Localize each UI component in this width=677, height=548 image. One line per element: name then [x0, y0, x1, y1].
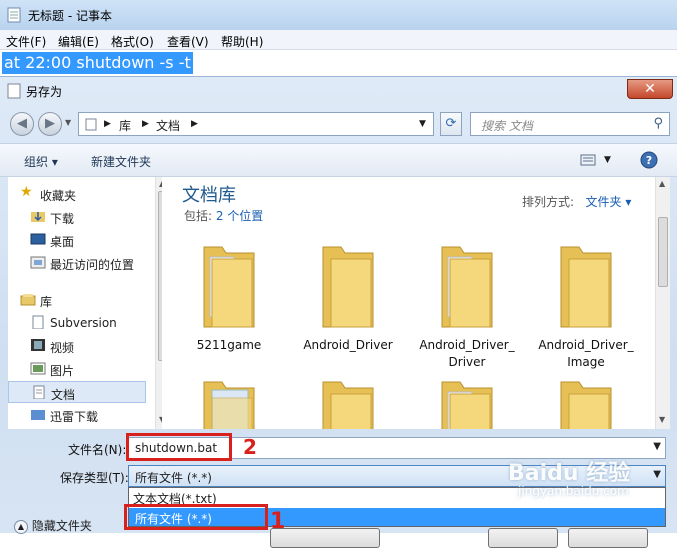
download-folder-icon [31, 410, 45, 420]
sort-dropdown[interactable]: 文件夹 ▾ [586, 195, 632, 209]
organize-button[interactable]: 组织 ▾ [24, 153, 58, 170]
document-icon [32, 315, 44, 329]
search-input[interactable]: 搜索 文档 ⚲ [470, 112, 670, 136]
navigation-bar: ◀ ▶ ▼ ▶ 库 ▶ 文档 ▶ ▼ ⟳ 搜索 文档 ⚲ [0, 105, 677, 145]
encoding-select[interactable] [270, 528, 380, 548]
filetype-dropdown-icon[interactable]: ▼ [653, 469, 661, 480]
desktop-icon [30, 233, 46, 245]
new-folder-button[interactable]: 新建文件夹 [91, 153, 151, 170]
filetype-value: 所有文件 (*.*) [135, 471, 212, 485]
folder-path-icon [85, 118, 97, 131]
highlight-box [126, 433, 232, 461]
nav-favorites[interactable]: ★ 收藏夹 [8, 183, 146, 205]
annotation-2: 2 [243, 435, 257, 459]
folder-icon[interactable] [557, 372, 615, 429]
dialog-title: 另存为 [26, 85, 63, 99]
nav-thunder-downloads[interactable]: 迅雷下载 [8, 404, 146, 422]
filename-dropdown-icon[interactable]: ▼ [653, 441, 661, 452]
breadcrumb-library[interactable]: 库 [119, 117, 131, 134]
document-icon [33, 385, 45, 399]
navigation-pane: ★ 收藏夹 下载 桌面 最近访问的位置 库 Subversion 视频 图片 文… [8, 177, 170, 429]
search-icon[interactable]: ⚲ [653, 116, 663, 131]
cancel-button[interactable] [568, 528, 648, 548]
picture-icon [30, 362, 46, 375]
library-includes: 包括: 2 个位置 [184, 209, 264, 223]
menu-view[interactable]: 查看(V) [167, 33, 209, 50]
notepad-menubar: 文件(F) 编辑(E) 格式(O) 查看(V) 帮助(H) [0, 30, 677, 50]
folder-item[interactable]: Android_Driver_ Image [531, 237, 641, 387]
address-dropdown-icon[interactable]: ▼ [419, 119, 426, 129]
selected-text[interactable]: at 22:00 shutdown -s -t [2, 52, 193, 74]
folder-icon [203, 246, 255, 328]
folder-icon [322, 246, 374, 328]
breadcrumb-separator-icon: ▶ [191, 119, 198, 129]
watermark-logo: Baidu 经验 [508, 461, 631, 486]
view-icon[interactable] [580, 154, 596, 166]
hide-folders-toggle[interactable]: ▲ 隐藏文件夹 [14, 517, 92, 534]
folder-icon[interactable] [200, 372, 258, 429]
search-placeholder: 搜索 文档 [481, 119, 533, 133]
breadcrumb-separator-icon: ▶ [104, 119, 111, 129]
breadcrumb-documents[interactable]: 文档 [156, 117, 180, 134]
library-title: 文档库 [182, 185, 236, 206]
recent-places-icon [30, 256, 46, 269]
watermark-url: jingyan.baidu.com [518, 484, 629, 498]
collapse-icon: ▲ [14, 519, 28, 534]
address-bar[interactable]: ▶ 库 ▶ 文档 ▶ ▼ [78, 112, 434, 136]
video-icon [31, 339, 45, 351]
history-dropdown-icon[interactable]: ▼ [65, 118, 71, 127]
nav-desktop[interactable]: 桌面 [8, 229, 146, 251]
library-icon [20, 294, 36, 306]
folder-icon [441, 246, 493, 328]
nav-documents[interactable]: 文档 [8, 381, 146, 403]
folder-icon [560, 246, 612, 328]
nav-libraries[interactable]: 库 [8, 289, 146, 311]
folder-item[interactable]: 5211game [174, 237, 284, 387]
nav-pictures[interactable]: 图片 [8, 358, 146, 380]
breadcrumb-separator-icon: ▶ [142, 119, 149, 129]
folder-icon[interactable] [319, 372, 377, 429]
notepad-icon [7, 7, 21, 23]
menu-file[interactable]: 文件(F) [6, 33, 46, 50]
nav-recent[interactable]: 最近访问的位置 [8, 252, 146, 274]
highlight-box [124, 504, 268, 530]
dialog-titlebar: 另存为 ✕ [0, 77, 677, 105]
nav-subversion[interactable]: Subversion [8, 312, 146, 334]
menu-edit[interactable]: 编辑(E) [58, 33, 99, 50]
download-folder-icon [31, 212, 45, 222]
notepad-titlebar: 无标题 - 记事本 [0, 0, 677, 30]
file-view: 文档库 包括: 2 个位置 排列方式: 文件夹 ▾ 5211game Andro… [162, 177, 670, 429]
menu-help[interactable]: 帮助(H) [221, 33, 263, 50]
folder-icon[interactable] [438, 372, 496, 429]
save-button[interactable] [488, 528, 558, 548]
folder-item[interactable]: Android_Driver [293, 237, 403, 387]
help-icon[interactable]: ? [640, 151, 658, 169]
refresh-button[interactable]: ⟳ [440, 112, 462, 136]
folder-item[interactable]: Android_Driver_ Driver [412, 237, 522, 387]
back-button[interactable]: ◀ [10, 112, 34, 136]
menu-format[interactable]: 格式(O) [111, 33, 154, 50]
command-toolbar: 组织 ▾ 新建文件夹 ▼ ? [0, 143, 677, 177]
notepad-title: 无标题 - 记事本 [28, 9, 112, 23]
nav-downloads[interactable]: 下载 [8, 206, 146, 228]
content-scrollbar[interactable]: ▲ ▼ [655, 177, 670, 429]
view-dropdown-icon[interactable]: ▼ [604, 155, 611, 165]
star-icon: ★ [20, 184, 33, 200]
filetype-label: 保存类型(T): [60, 471, 129, 485]
document-icon [7, 83, 21, 99]
sort-control: 排列方式: 文件夹 ▾ [522, 195, 632, 209]
filename-label: 文件名(N): [68, 443, 127, 457]
forward-button[interactable]: ▶ [38, 112, 62, 136]
nav-videos[interactable]: 视频 [8, 335, 146, 357]
locations-link[interactable]: 2 个位置 [216, 209, 263, 223]
close-button[interactable]: ✕ [627, 79, 673, 99]
svg-text:?: ? [646, 154, 652, 167]
